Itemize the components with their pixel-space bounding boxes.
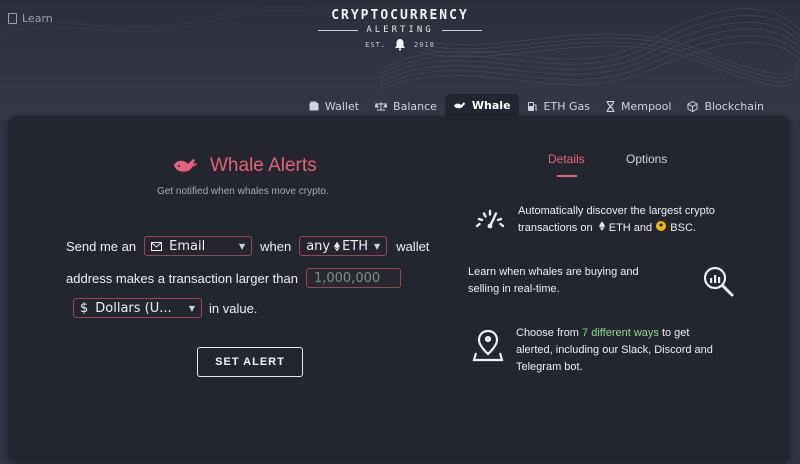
when-label: when [260, 238, 292, 254]
chevron-down-icon: ▼ [188, 303, 195, 313]
tab-balance[interactable]: Balance [367, 96, 445, 116]
bsc-label: BSC. [670, 222, 696, 234]
feature-learn: Learn when whales are buying and selling… [468, 264, 639, 298]
brand-title: CRYPTOCURRENCY [331, 8, 469, 23]
feature-text: Telegram bot. [516, 361, 583, 373]
divider [318, 29, 359, 31]
alert-sentence-row-2: address makes a transaction larger than … [66, 268, 401, 288]
asset-select[interactable]: any ETH ▼ [299, 236, 388, 256]
whale-alert-panel [8, 116, 790, 461]
brand-year: 2018 [414, 40, 435, 49]
hourglass-icon [606, 100, 615, 112]
ethereum-icon [334, 241, 341, 251]
scale-icon [375, 102, 388, 111]
whale-icon [174, 159, 197, 172]
feature-text: Choose from [516, 327, 579, 339]
feature-text: alerted, including our Slack, Discord an… [516, 344, 713, 356]
divider [441, 29, 482, 31]
method-select[interactable]: Email ▼ [144, 236, 253, 256]
set-alert-button[interactable]: SET ALERT [197, 347, 303, 377]
tab-options[interactable]: Options [626, 152, 667, 166]
tab-whale[interactable]: Whale [444, 94, 519, 116]
asset-prefix: any [306, 238, 331, 254]
feature-text: transactions on [518, 222, 593, 234]
amount-input[interactable]: 1,000,000 [305, 268, 401, 288]
alert-sentence-row-1: Send me an Email ▼ when any ETH ▼ wallet [66, 236, 429, 256]
feature-choose: Choose from 7 different ways to get aler… [516, 325, 713, 376]
feature-text: selling in real-time. [468, 283, 560, 295]
tab-wallet[interactable]: Wallet [301, 96, 367, 116]
feature-discover: Automatically discover the largest crypt… [518, 203, 715, 237]
ways-link[interactable]: 7 different ways [582, 327, 659, 339]
send-me-label: Send me an [66, 238, 137, 254]
address-label: address makes a transaction larger than [66, 270, 298, 286]
wallet-icon [309, 101, 319, 111]
nav-tabs: Wallet Balance Whale ETH Gas Mempool Blo… [301, 94, 772, 116]
cube-icon [687, 100, 698, 112]
brand-subtitle: ALERTING [366, 25, 434, 35]
feature-text-line: transactions on ETH and BSC. [518, 220, 715, 237]
chevron-down-icon: ▼ [374, 241, 381, 251]
wallet-label: wallet [396, 238, 430, 254]
currency-select[interactable]: $ Dollars (U... ▼ [73, 298, 202, 318]
asset-value: ETH [342, 238, 369, 254]
tab-label: Mempool [620, 99, 672, 113]
in-value-label: in value. [209, 300, 258, 316]
feature-text: Automatically discover the largest crypt… [518, 205, 715, 217]
panel-heading: Whale Alerts [172, 155, 317, 177]
chevron-down-icon: ▼ [238, 241, 246, 251]
bell-icon [395, 39, 405, 51]
page-subtitle: Get notified when whales move crypto. [157, 186, 329, 197]
magnifier-chart-icon [703, 266, 734, 297]
tab-eth-gas[interactable]: ETH Gas [519, 96, 598, 116]
envelope-icon [151, 241, 163, 251]
feature-text-line: Choose from 7 different ways to get [516, 325, 713, 342]
tab-blockchain[interactable]: Blockchain [679, 96, 772, 116]
bnb-icon [656, 221, 667, 231]
tab-label: Balance [393, 99, 437, 113]
location-pin-icon [472, 329, 504, 362]
tab-label: Wallet [324, 99, 360, 113]
speedometer-icon [475, 209, 505, 229]
tab-details[interactable]: Details [548, 152, 585, 166]
tab-label: ETH Gas [543, 99, 590, 113]
feature-text: to get [661, 327, 690, 339]
ethereum-icon [598, 221, 605, 231]
active-tab-indicator [557, 175, 577, 177]
alert-sentence-row-3: $ Dollars (U... ▼ in value. [73, 298, 257, 318]
eth-label: ETH [608, 222, 631, 234]
brand-logo[interactable]: CRYPTOCURRENCY ALERTING EST. 2018 [0, 8, 800, 51]
tab-label: Blockchain [704, 99, 764, 113]
feature-text: Learn when whales are buying and [468, 266, 639, 278]
gas-pump-icon [527, 101, 537, 111]
brand-est: EST. [365, 40, 386, 49]
tab-label: Whale [471, 98, 511, 112]
page-title: Whale Alerts [210, 155, 317, 176]
method-value: Email [169, 238, 206, 254]
currency-value: Dollars (U... [95, 300, 172, 316]
header-banner: Learn CRYPTOCURRENCY ALERTING EST. 2018 … [0, 0, 800, 120]
whale-icon [453, 101, 465, 108]
feature-text: and [633, 222, 653, 234]
tab-mempool[interactable]: Mempool [598, 96, 679, 116]
currency-symbol: $ [80, 300, 89, 316]
